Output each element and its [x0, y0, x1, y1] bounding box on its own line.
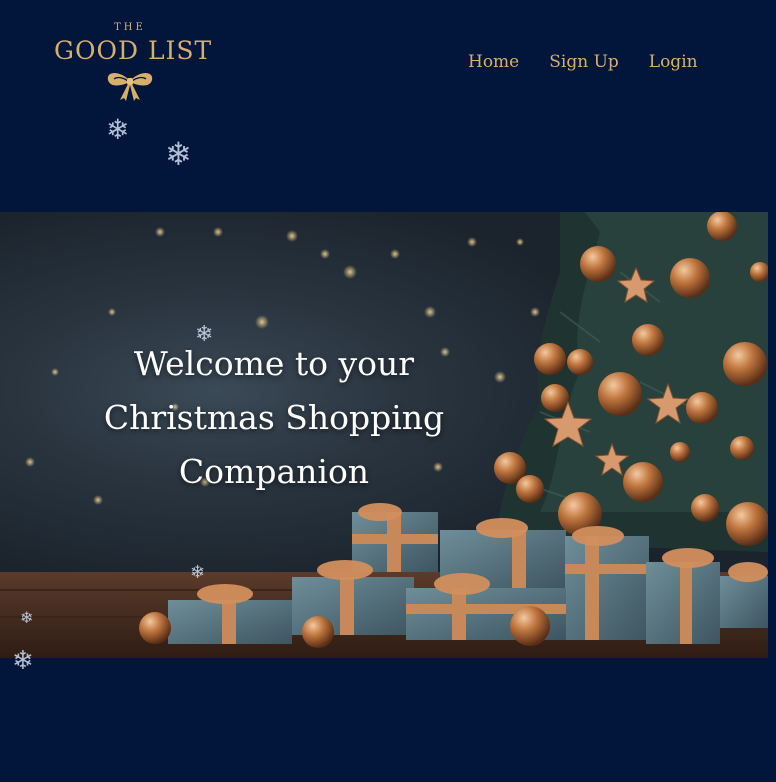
hero-banner: ❄ ❄ ❄ Welcome to your Christmas Shopping…: [0, 212, 768, 658]
snowflake-icon: ❄: [12, 646, 34, 676]
hero-title: Welcome to your Christmas Shopping Compa…: [103, 344, 445, 491]
nav-signup-link[interactable]: Sign Up: [549, 52, 619, 72]
snowflake-icon: ❄: [20, 608, 34, 627]
logo-top-word: THE: [114, 22, 146, 33]
main-nav: Home Sign Up Login: [468, 52, 698, 72]
snowflake-icon: ❄: [106, 113, 130, 146]
nav-home-link[interactable]: Home: [468, 52, 519, 72]
logo-title: GOOD LIST: [54, 36, 213, 65]
snowflake-icon: ❄: [165, 135, 192, 173]
logo[interactable]: THE GOOD LIST: [54, 22, 213, 102]
bow-icon: [107, 73, 153, 101]
site-header: THE GOOD LIST Home Sign Up Login ❄ ❄: [0, 0, 776, 212]
snowflake-icon: ❄: [190, 562, 206, 583]
nav-login-link[interactable]: Login: [649, 52, 698, 72]
